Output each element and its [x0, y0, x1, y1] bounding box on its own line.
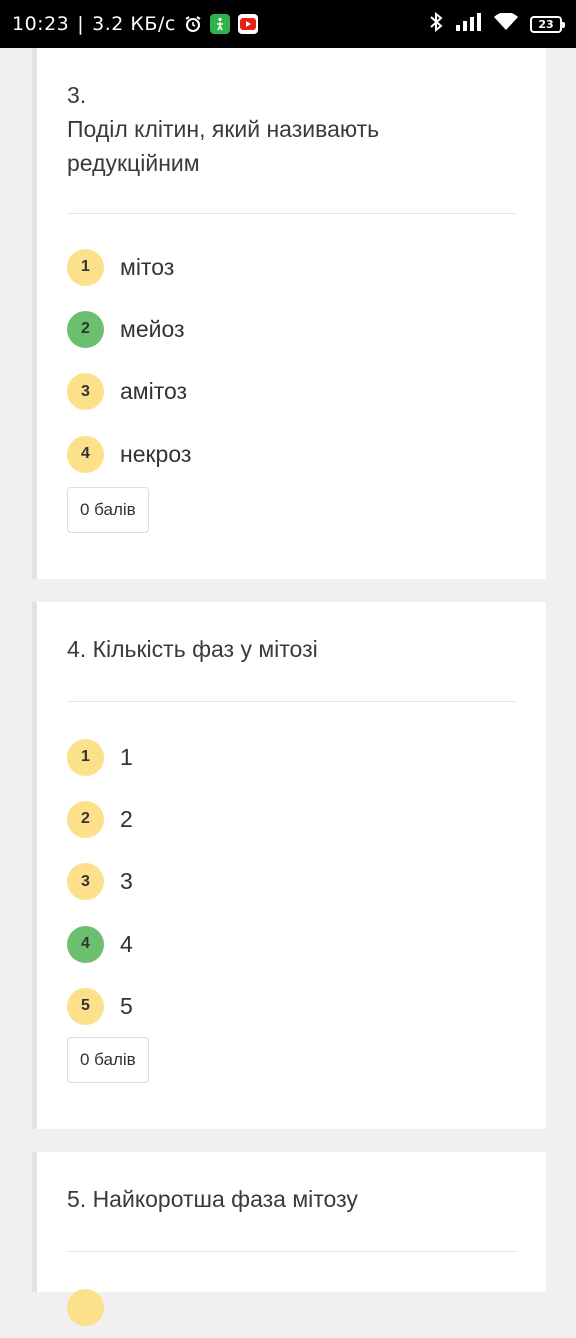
option-number-badge-correct: 4 [67, 925, 104, 963]
question-text: Поділ клітин, який називають редукційним [67, 116, 380, 176]
option-item[interactable]: 3 амітоз [67, 361, 516, 423]
question-card-4: 4. Кількість фаз у мітозі 1 1 2 2 3 3 4 … [32, 602, 546, 1129]
status-bar: 10:23 | 3.2 КБ/с 23 [0, 0, 576, 48]
divider [67, 213, 516, 214]
option-label: некроз [120, 440, 192, 467]
status-time: 10:23 [12, 13, 70, 35]
alarm-icon [184, 15, 202, 33]
option-number-badge: 1 [67, 248, 104, 286]
option-label: мейоз [120, 315, 185, 342]
score-badge: 0 балів [67, 487, 149, 533]
option-label: амітоз [120, 378, 188, 405]
divider [67, 1251, 516, 1252]
question-card-3: 3. Поділ клітин, який називають редукцій… [32, 48, 546, 579]
battery-icon: 23 [530, 15, 565, 33]
wifi-icon [494, 12, 518, 35]
score-badge: 0 балів [67, 1037, 149, 1083]
youtube-icon [237, 14, 258, 34]
battery-level: 23 [538, 17, 554, 31]
divider [67, 701, 516, 702]
question-card-5: 5. Найкоротша фаза мітозу [32, 1152, 546, 1326]
option-number-badge: 5 [67, 987, 104, 1025]
option-item[interactable]: 1 1 [67, 726, 516, 788]
option-number-badge: 1 [67, 738, 104, 776]
app-green-icon [209, 14, 230, 34]
option-item[interactable]: 1 мітоз [67, 236, 516, 298]
status-bar-left: 10:23 | 3.2 КБ/с [12, 13, 258, 35]
option-number-badge: 3 [67, 373, 104, 411]
options-list [67, 1276, 516, 1338]
option-item[interactable] [67, 1276, 516, 1338]
option-label: 4 [120, 930, 133, 957]
option-item[interactable]: 4 некроз [67, 423, 516, 485]
option-label: мітоз [120, 253, 175, 280]
option-number-badge: 3 [67, 863, 104, 901]
option-label: 3 [120, 868, 133, 895]
option-item[interactable]: 5 5 [67, 975, 516, 1037]
option-item[interactable]: 2 мейоз [67, 298, 516, 360]
option-item[interactable]: 4 4 [67, 913, 516, 975]
option-label: 5 [120, 992, 133, 1019]
question-title: 4. Кількість фаз у мітозі [67, 636, 318, 662]
options-list: 1 мітоз 2 мейоз 3 амітоз 4 некроз [67, 236, 516, 485]
option-label: 2 [120, 805, 133, 832]
option-number-badge: 2 [67, 800, 104, 838]
status-bar-right: 23 [428, 11, 565, 36]
option-label: 1 [120, 743, 133, 770]
bluetooth-icon [428, 11, 444, 36]
question-title: 3. Поділ клітин, який називають редукцій… [67, 78, 516, 180]
status-separator: | [77, 13, 85, 35]
option-item[interactable]: 2 2 [67, 788, 516, 850]
option-number-badge: 4 [67, 435, 104, 473]
option-number-badge [67, 1288, 104, 1326]
option-number-badge-correct: 2 [67, 310, 104, 348]
question-number: 3. [67, 82, 87, 108]
status-speed: 3.2 КБ/с [92, 13, 176, 35]
question-title: 5. Найкоротша фаза мітозу [67, 1186, 358, 1212]
option-item[interactable]: 3 3 [67, 851, 516, 913]
signal-icon [456, 13, 482, 35]
options-list: 1 1 2 2 3 3 4 4 5 5 [67, 726, 516, 1037]
